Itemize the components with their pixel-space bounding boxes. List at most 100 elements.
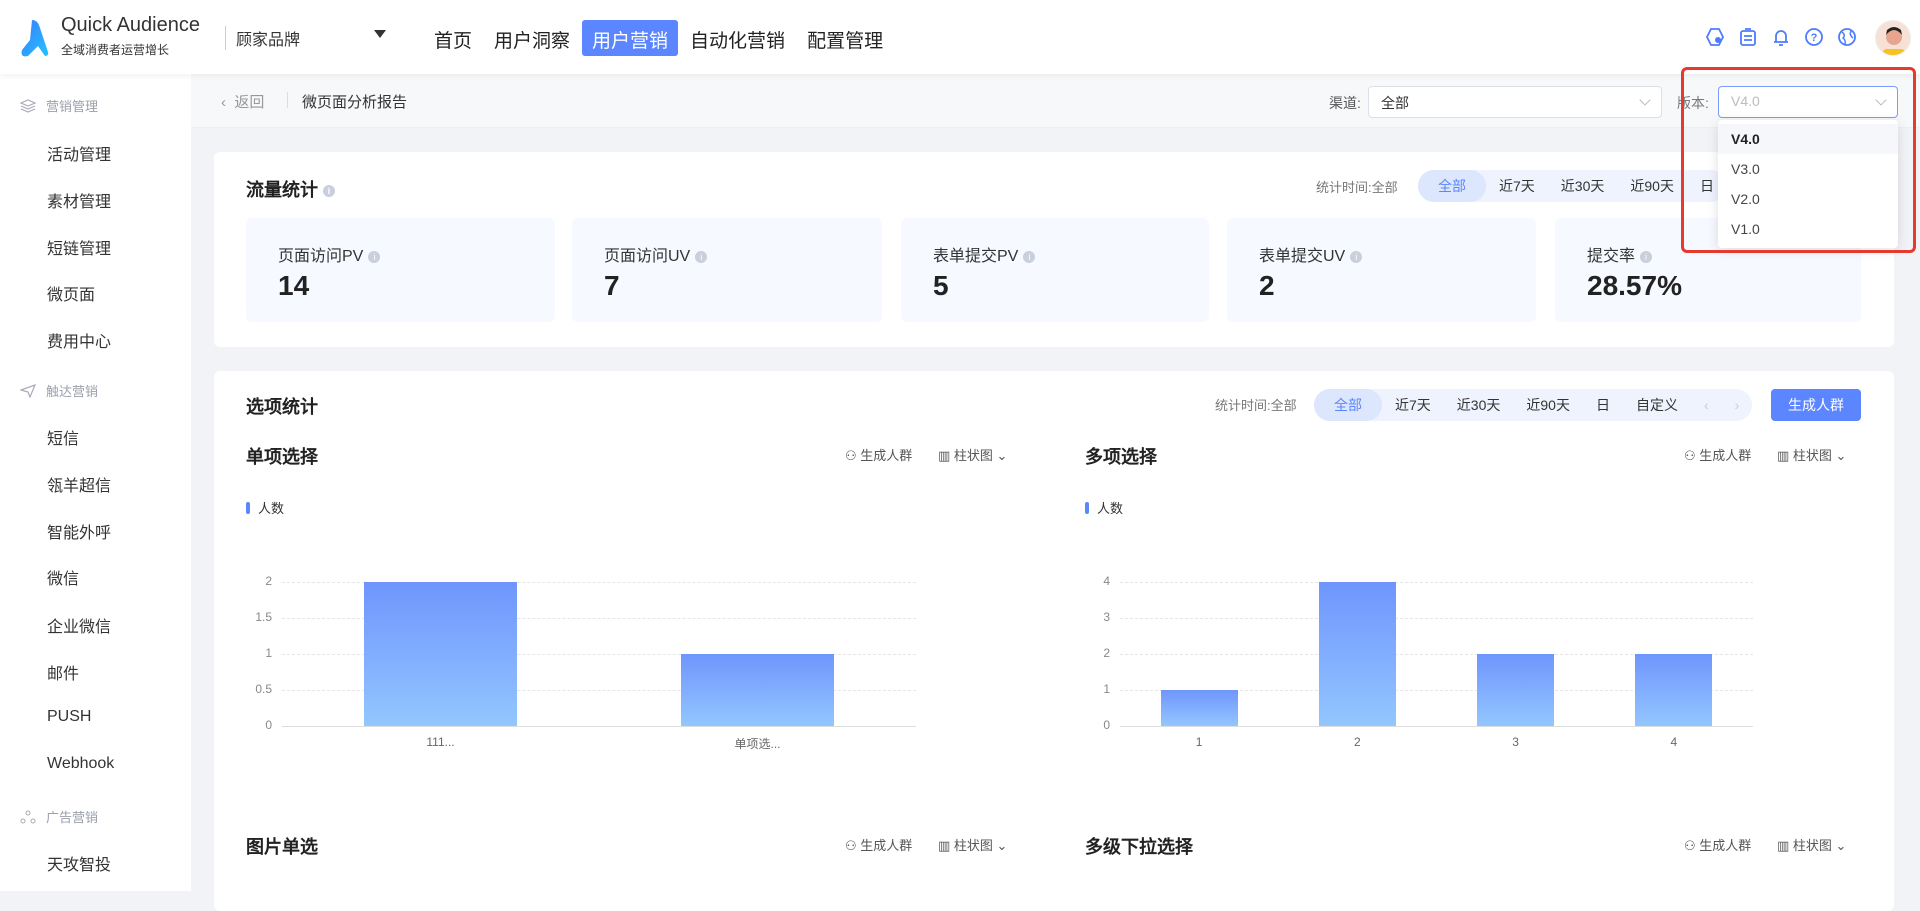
info-icon[interactable]: i: [323, 185, 335, 198]
stat-form-pv: 表单提交PV i 5: [901, 218, 1209, 322]
version-value: V4.0: [1731, 93, 1760, 109]
bar-1[interactable]: [364, 582, 517, 726]
sidebar-item-email[interactable]: 邮件: [47, 660, 79, 684]
traffic-title-text: 流量统计: [246, 180, 318, 200]
info-icon[interactable]: i: [1023, 250, 1036, 263]
help-icon[interactable]: ?: [1804, 27, 1824, 47]
nav-user-insight[interactable]: 用户洞察: [484, 20, 580, 56]
y-tick-label: 1.5: [255, 610, 272, 624]
info-icon[interactable]: i: [695, 250, 708, 263]
sidebar-item-shortlink[interactable]: 短链管理: [47, 235, 111, 259]
bar-1[interactable]: [1160, 690, 1238, 726]
y-tick-label: 0: [265, 718, 272, 732]
pill-7d[interactable]: 近7天: [1486, 170, 1548, 202]
version-option-v2[interactable]: V2.0: [1718, 184, 1898, 214]
x-tick-label: 单项选...: [734, 737, 781, 751]
action-label: 柱状图: [1792, 838, 1832, 853]
sidebar-item-micropage[interactable]: 微页面: [47, 281, 95, 305]
nav-automation[interactable]: 自动化营销: [680, 20, 795, 56]
stat-page-pv: 页面访问PV i 14: [246, 218, 555, 322]
x-axis: [1120, 726, 1753, 727]
generate-crowd-action[interactable]: ⚇ 生成人群: [1684, 445, 1751, 464]
chart-legend: 人数: [246, 498, 284, 517]
pill-30d[interactable]: 近30天: [1548, 170, 1618, 202]
y-tick-label: 1: [265, 646, 272, 660]
pill-90d[interactable]: 近90天: [1617, 170, 1687, 202]
x-axis: [282, 726, 916, 727]
back-link[interactable]: ‹ 返回: [221, 91, 264, 112]
share-nodes-icon: [20, 810, 36, 823]
sidebar: 营销管理 活动管理 素材管理 短链管理 微页面 费用中心 触达营销 短信 瓴羊超…: [0, 74, 191, 891]
version-option-v4[interactable]: V4.0: [1718, 124, 1898, 154]
generate-crowd-action[interactable]: ⚇ 生成人群: [845, 835, 912, 854]
bell-icon[interactable]: [1771, 27, 1791, 47]
app-title: Quick Audience: [61, 14, 200, 36]
sidebar-item-cost-center[interactable]: 费用中心: [47, 328, 111, 352]
traffic-card: 流量统计 i 统计时间:全部 全部 近7天 近30天 近90天 日 页面访问PV i…: [214, 152, 1894, 347]
channel-value: 全部: [1381, 95, 1409, 111]
stat-value: 7: [604, 270, 620, 301]
stat-label: 提交率 i: [1587, 242, 1653, 266]
settings-hexagon-icon[interactable]: [1705, 27, 1725, 47]
y-tick-label: 4: [1103, 574, 1110, 588]
nav-config[interactable]: 配置管理: [797, 20, 893, 56]
version-dropdown: V4.0 V3.0 V2.0 V1.0: [1718, 120, 1898, 248]
stat-label-text: 表单提交PV: [933, 248, 1019, 265]
sidebar-item-callout[interactable]: 智能外呼: [47, 519, 111, 543]
nav-home[interactable]: 首页: [424, 20, 482, 56]
sidebar-group-ads: 广告营销: [20, 807, 98, 826]
chart-1: 单项选择 ⚇ 生成人群 ▥ 柱状图 ⌄ 人数 0 0.5 1 1.5 2 111... 单项选…: [214, 371, 1054, 801]
stat-label-text: 页面访问UV: [604, 248, 691, 265]
action-label: 生成人群: [1699, 448, 1752, 463]
stat-label-text: 提交率: [1587, 248, 1636, 265]
sidebar-item-webhook[interactable]: Webhook: [47, 755, 114, 773]
pill-all[interactable]: 全部: [1418, 170, 1486, 202]
multilevel-select-title: 多级下拉选择: [1085, 837, 1193, 857]
caret-down-icon[interactable]: [374, 30, 386, 38]
chart-type-select[interactable]: ▥ 柱状图 ⌄: [938, 835, 1007, 854]
stat-value: 28.57%: [1587, 270, 1682, 301]
chart-title: 多项选择: [1085, 447, 1157, 467]
nav-user-marketing[interactable]: 用户营销: [582, 20, 679, 56]
bar-2[interactable]: [1318, 582, 1396, 726]
sidebar-item-tiangong[interactable]: 天攻智投: [47, 851, 111, 875]
chevron-down-icon: [1639, 94, 1651, 106]
stat-label: 页面访问PV i: [278, 242, 381, 266]
sidebar-item-wechat[interactable]: 微信: [47, 565, 79, 589]
action-label: 生成人群: [1699, 838, 1752, 853]
clipboard-icon[interactable]: [1738, 27, 1758, 47]
version-option-v3[interactable]: V3.0: [1718, 154, 1898, 184]
info-icon[interactable]: i: [1350, 250, 1363, 263]
brand-select[interactable]: 顾家品牌: [225, 26, 300, 50]
globe-icon[interactable]: [1837, 27, 1857, 47]
bar-3[interactable]: [1477, 654, 1555, 726]
y-tick-label: 0: [1103, 718, 1110, 732]
traffic-title: 流量统计 i: [246, 176, 335, 202]
action-label: 柱状图: [953, 448, 993, 463]
chart-type-select[interactable]: ▥ 柱状图 ⌄: [1777, 445, 1846, 464]
user-avatar[interactable]: [1875, 20, 1911, 56]
bar-2[interactable]: [681, 654, 834, 726]
chart-type-select[interactable]: ▥ 柱状图 ⌄: [938, 445, 1007, 464]
sidebar-item-activity[interactable]: 活动管理: [47, 141, 111, 165]
stat-form-uv: 表单提交UV i 2: [1227, 218, 1536, 322]
chart-type-select[interactable]: ▥ 柱状图 ⌄: [1777, 835, 1846, 854]
info-icon[interactable]: i: [368, 250, 381, 263]
sidebar-item-push[interactable]: PUSH: [47, 708, 91, 726]
generate-crowd-action[interactable]: ⚇ 生成人群: [1684, 835, 1751, 854]
image-single-title: 图片单选: [246, 837, 318, 857]
chevron-down-icon: [1875, 94, 1887, 106]
sidebar-item-material[interactable]: 素材管理: [47, 188, 111, 212]
sidebar-item-super-msg[interactable]: 瓴羊超信: [47, 472, 111, 496]
info-icon[interactable]: i: [1640, 250, 1653, 263]
version-select[interactable]: V4.0: [1718, 86, 1898, 118]
bar-4[interactable]: [1635, 654, 1713, 726]
generate-crowd-action[interactable]: ⚇ 生成人群: [845, 445, 912, 464]
action-label: 柱状图: [953, 838, 993, 853]
sidebar-item-sms[interactable]: 短信: [47, 425, 79, 449]
channel-select[interactable]: 全部: [1368, 86, 1662, 118]
version-option-v1[interactable]: V1.0: [1718, 214, 1898, 244]
stat-label: 页面访问UV i: [604, 242, 708, 266]
sidebar-item-wecom[interactable]: 企业微信: [47, 613, 111, 637]
svg-text:?: ?: [1811, 32, 1818, 44]
